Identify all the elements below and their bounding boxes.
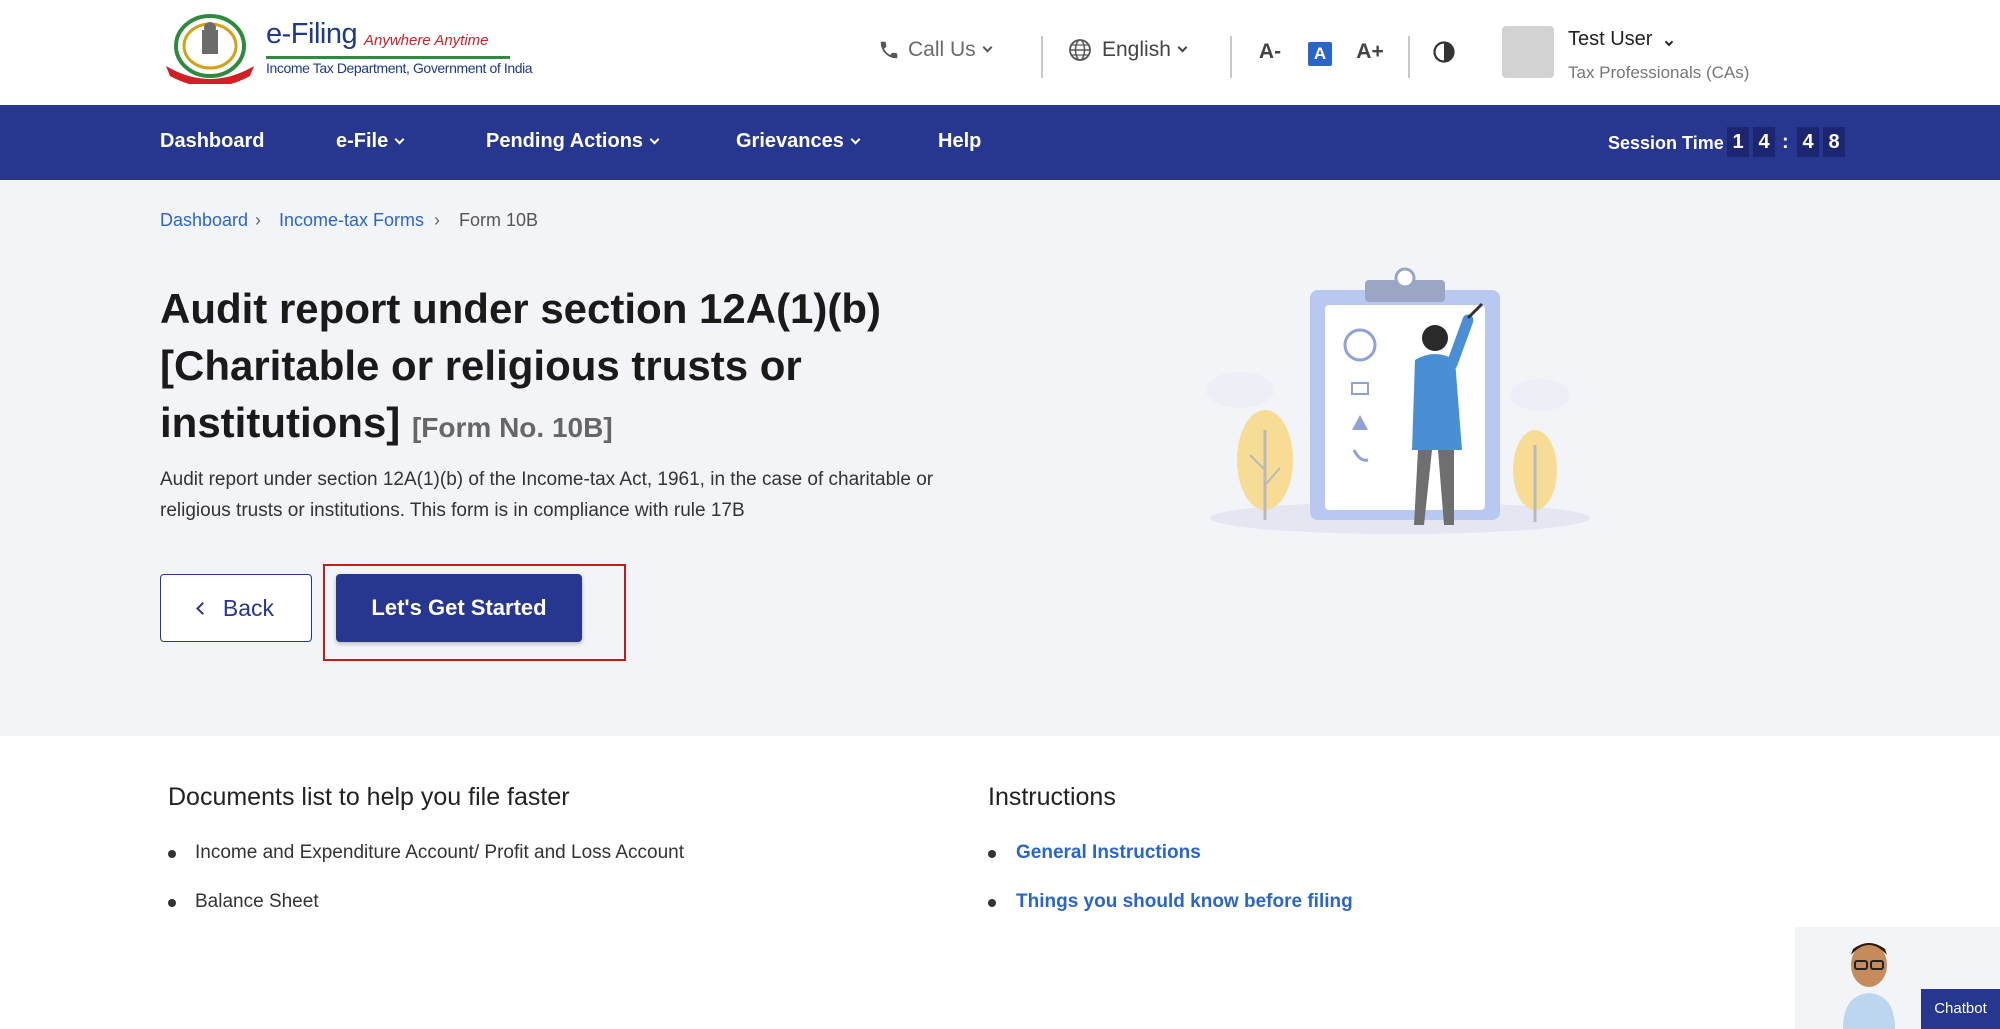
nav-grievances[interactable]: Grievances (736, 130, 861, 153)
chevron-down-icon (982, 42, 993, 53)
back-label: Back (222, 594, 275, 621)
breadcrumb-dashboard[interactable]: Dashboard (160, 210, 248, 231)
document-item: Income and Expenditure Account/ Profit a… (195, 842, 685, 863)
call-us-label: Call Us (908, 38, 976, 61)
session-digit: 4 (1753, 127, 1775, 157)
nav-efile[interactable]: e-File (336, 130, 405, 153)
nav-pending-actions[interactable]: Pending Actions (486, 130, 660, 153)
breadcrumb-separator: › (434, 210, 440, 230)
language-label: English (1102, 38, 1171, 61)
logo-rule (266, 56, 510, 59)
divider (1408, 36, 1410, 78)
session-digit: 4 (1797, 127, 1819, 157)
language-dropdown[interactable]: English (1068, 38, 1188, 62)
emblem-icon (166, 14, 254, 84)
nav-dashboard[interactable]: Dashboard (160, 130, 264, 153)
chatbot-label[interactable]: Chatbot (1921, 989, 2000, 1029)
font-decrease-button[interactable]: A- (1256, 38, 1284, 66)
session-digit: 8 (1823, 127, 1845, 157)
top-header: e-Filing Anywhere Anytime Income Tax Dep… (0, 0, 2000, 105)
lets-get-started-button[interactable]: Let's Get Started (336, 574, 582, 642)
logo-title: e-Filing (266, 18, 358, 50)
breadcrumb-income-tax-forms[interactable]: Income-tax Forms (279, 210, 424, 231)
user-menu[interactable]: Test User (1568, 28, 1674, 51)
document-item: Balance Sheet (195, 891, 319, 912)
user-role: Tax Professionals (CAs) (1568, 63, 1750, 82)
logo-tagline: Anywhere Anytime (364, 32, 489, 49)
nav-label: Dashboard (160, 130, 265, 152)
nav-label: Pending Actions (486, 130, 644, 152)
call-us-dropdown[interactable]: Call Us (878, 38, 993, 62)
documents-title: Documents list to help you file faster (168, 783, 570, 811)
user-name: Test User (1568, 28, 1653, 50)
instructions-title: Instructions (988, 783, 1116, 811)
logo-subtitle: Income Tax Department, Government of Ind… (266, 60, 533, 76)
clipboard-illustration (1206, 267, 1590, 534)
bullet (168, 850, 176, 858)
phone-icon (880, 41, 898, 59)
session-digit: 1 (1727, 127, 1749, 157)
page-description: Audit report under section 12A(1)(b) of … (160, 469, 934, 521)
divider (1041, 36, 1043, 78)
nav-label: Help (938, 130, 982, 152)
breadcrumb-separator: › (255, 210, 261, 230)
chevron-left-icon (196, 601, 209, 615)
general-instructions-link[interactable]: General Instructions (1016, 842, 1201, 864)
chevron-down-icon (394, 134, 405, 144)
avatar[interactable] (1502, 26, 1554, 78)
chevron-down-icon (649, 134, 660, 144)
bullet (168, 899, 176, 907)
chevron-down-icon (850, 134, 861, 144)
nav-help[interactable]: Help (938, 130, 981, 153)
chatbot-widget[interactable]: Chatbot (1795, 927, 2000, 1029)
font-default-button[interactable]: A (1308, 42, 1332, 66)
session-time-label: Session Time (1608, 133, 1724, 153)
globe-icon (1069, 39, 1091, 61)
efiling-logo[interactable]: e-Filing Anywhere Anytime Income Tax Dep… (160, 12, 533, 84)
hero-section: Dashboard › Income-tax Forms › Form 10B … (0, 180, 2000, 736)
breadcrumb-current: Form 10B (459, 210, 539, 230)
bullet (988, 850, 996, 858)
divider (1230, 36, 1232, 78)
nav-label: Grievances (736, 130, 844, 152)
font-increase-button[interactable]: A+ (1356, 38, 1384, 66)
contrast-icon[interactable] (1432, 40, 1456, 64)
chevron-down-icon (1664, 37, 1674, 47)
page-title: Audit report under section 12A(1)(b) [Ch… (160, 280, 960, 456)
bullet (988, 899, 996, 907)
form-number: [Form No. 10B] (411, 412, 613, 443)
session-colon: : (1782, 131, 1789, 153)
back-button[interactable]: Back (160, 574, 312, 642)
chatbot-avatar-icon (1843, 943, 1895, 1029)
chevron-down-icon (1177, 42, 1188, 53)
main-nav: Dashboard e-File Pending Actions Grievan… (0, 105, 2000, 180)
nav-label: e-File (336, 130, 389, 152)
things-to-know-link[interactable]: Things you should know before filing (1016, 891, 1353, 913)
